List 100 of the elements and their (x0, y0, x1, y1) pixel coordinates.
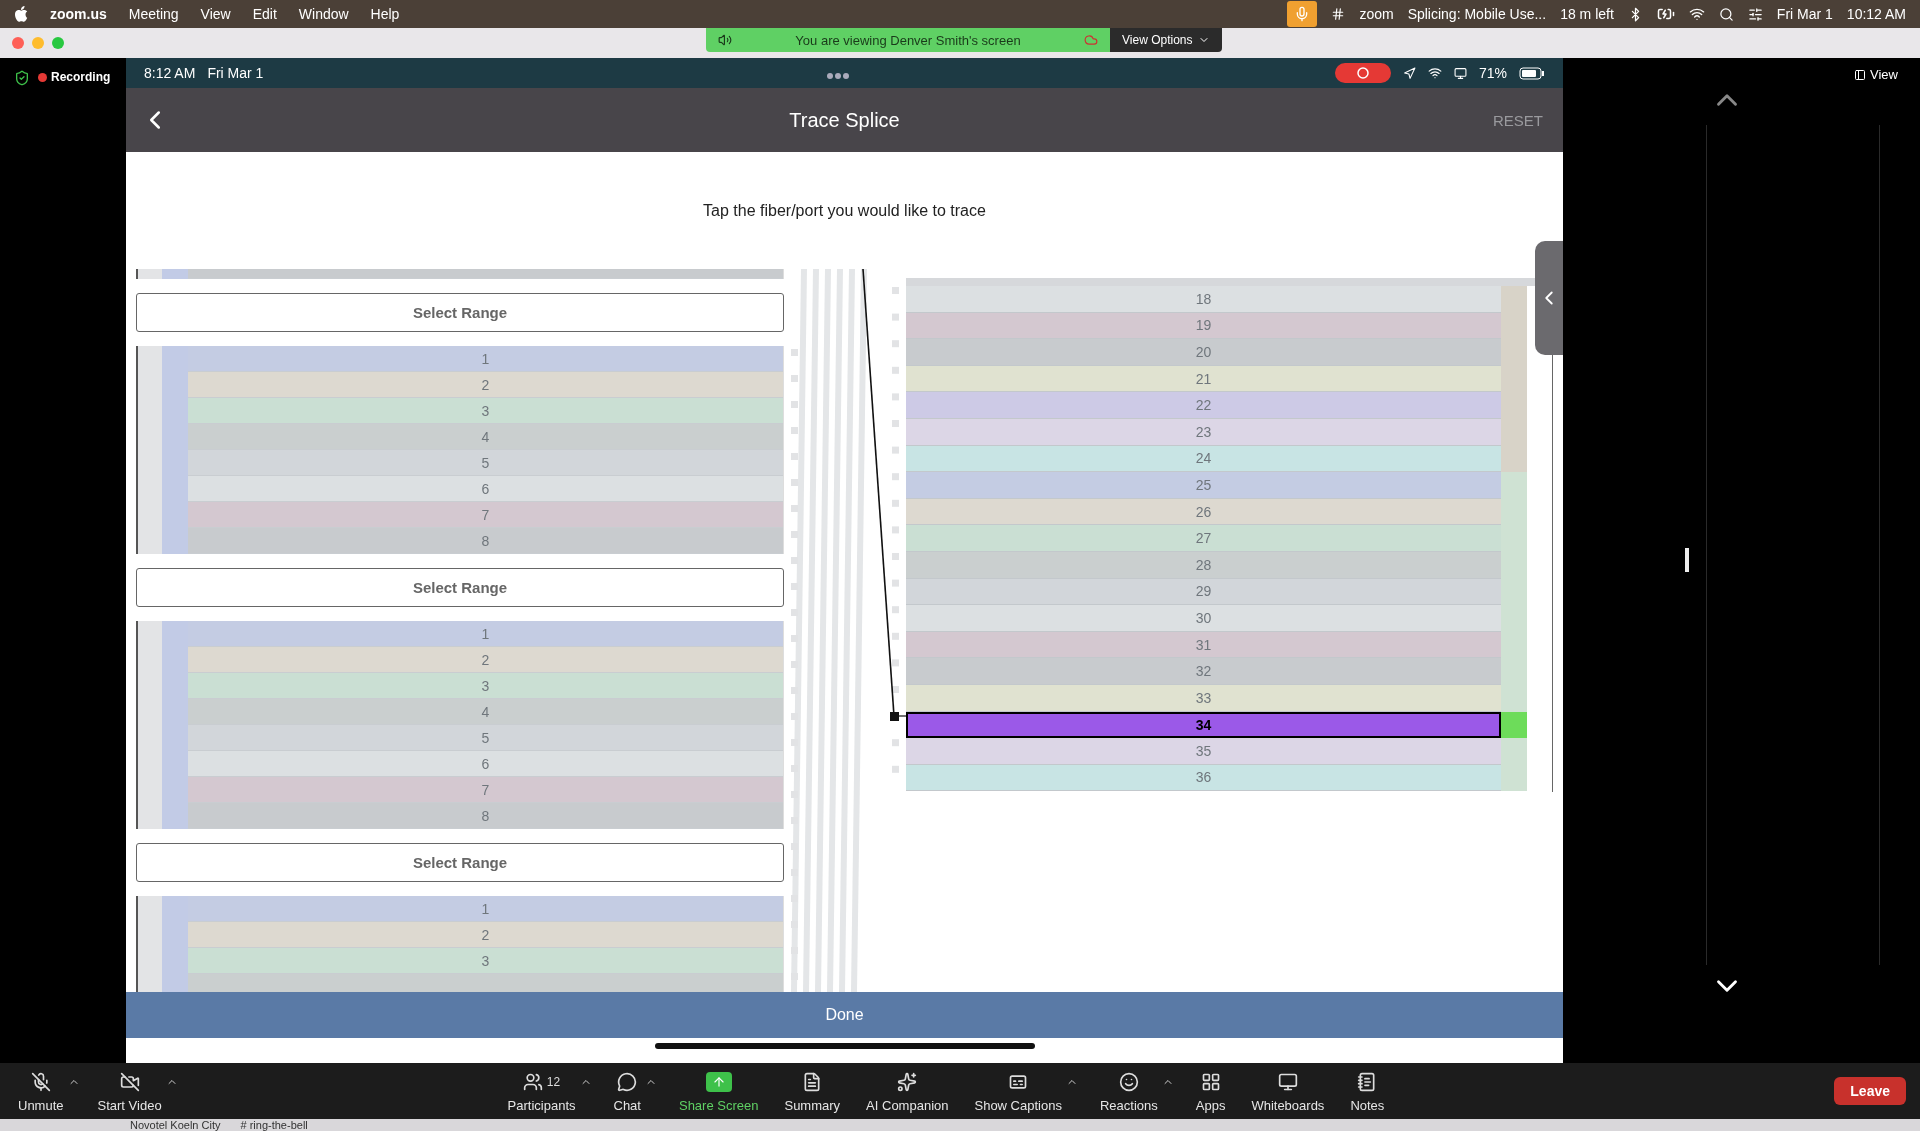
fiber-row[interactable]: 4 (188, 699, 783, 725)
fiber-row[interactable]: 30 (906, 605, 1501, 632)
fiber-row[interactable]: 6 (188, 751, 783, 777)
toolbar-button[interactable]: Show Captions (970, 1069, 1066, 1113)
arrow-up-icon[interactable] (705, 1071, 732, 1092)
hash-icon[interactable] (1331, 7, 1346, 21)
drag-handle-icon[interactable] (1685, 548, 1689, 572)
toolbar-button[interactable]: Chat (609, 1069, 645, 1113)
video-off-icon[interactable] (119, 1071, 140, 1092)
fiber-row[interactable]: 28 (906, 551, 1501, 579)
fiber-row[interactable]: 8 (188, 528, 783, 554)
fiber-row[interactable]: 5 (188, 725, 783, 751)
fiber-row[interactable]: 22 (906, 392, 1501, 419)
toolbar-button[interactable]: Start Video (93, 1069, 166, 1113)
toolbar-button[interactable]: Unmute (14, 1069, 68, 1113)
done-button[interactable]: Done (126, 992, 1563, 1038)
participant-count: 12 (546, 1074, 561, 1089)
fiber-row[interactable]: 25 (906, 472, 1501, 499)
channel-name: # ring-the-bell (240, 1119, 308, 1131)
leave-button[interactable]: Leave (1834, 1077, 1906, 1105)
fiber-row[interactable]: 18 (906, 286, 1501, 313)
fiber-row[interactable]: 33 (906, 684, 1501, 712)
notebook-icon[interactable] (1357, 1071, 1378, 1092)
document-icon[interactable] (802, 1071, 823, 1092)
shield-icon (14, 70, 30, 86)
view-options-button[interactable]: View Options (1110, 28, 1223, 52)
toolbar-button[interactable]: Reactions (1095, 1069, 1162, 1113)
fiber-row[interactable]: 29 (906, 578, 1501, 606)
fiber-row[interactable]: 27 (906, 525, 1501, 552)
smiley-icon[interactable] (1118, 1071, 1139, 1092)
battery-icon (1519, 66, 1545, 80)
toolbar-button[interactable]: 12 Participants (503, 1069, 580, 1113)
apple-icon[interactable] (14, 6, 28, 22)
fiber-row[interactable]: 6 (188, 476, 783, 502)
microphone-icon[interactable] (1287, 1, 1318, 27)
menu-item[interactable]: View (200, 6, 231, 22)
toolbar-button[interactable]: AI Companion (862, 1069, 953, 1113)
fiber-row[interactable]: 4 (188, 424, 783, 450)
panel-icon[interactable] (1854, 68, 1867, 81)
fiber-row[interactable]: 3 (188, 948, 783, 974)
wifi-icon[interactable] (1688, 6, 1705, 22)
menu-item[interactable]: Help (370, 6, 400, 22)
people-icon[interactable] (522, 1071, 543, 1092)
fiber-row[interactable]: 3 (188, 398, 783, 424)
toolbar-button[interactable]: Share Screen (674, 1069, 763, 1113)
select-range-button[interactable]: Select Range (136, 843, 784, 882)
toolbar-button[interactable]: Apps (1191, 1069, 1230, 1113)
menu-time[interactable]: 10:12 AM (1846, 6, 1906, 22)
toolbar-button[interactable]: Notes (1346, 1069, 1389, 1113)
fiber-row[interactable]: 7 (188, 777, 783, 803)
status-date: Fri Mar 1 (207, 65, 264, 81)
sparkle-icon[interactable] (897, 1071, 918, 1092)
fiber-row[interactable]: 7 (188, 502, 783, 528)
fiber-row[interactable]: 2 (188, 372, 783, 398)
fiber-row[interactable]: 5 (188, 450, 783, 476)
menu-date[interactable]: Fri Mar 1 (1776, 6, 1833, 22)
menu-item[interactable]: Meeting (128, 6, 179, 22)
speaker-icon[interactable] (718, 33, 732, 47)
menu-item[interactable]: Window (298, 6, 349, 22)
fiber-row[interactable]: 3 (188, 673, 783, 699)
cloud-icon (1084, 33, 1098, 47)
banner-text: You are viewing Denver Smith's screen (794, 32, 1022, 48)
recording-indicator: Recording (38, 70, 111, 84)
fiber-row[interactable]: 1 (188, 896, 783, 922)
fiber-row[interactable]: 36 (906, 764, 1501, 792)
fiber-row[interactable]: 31 (906, 631, 1501, 659)
toolbar-button[interactable]: Summary (780, 1069, 845, 1113)
wifi-icon (1427, 66, 1442, 80)
grid-icon[interactable] (1200, 1071, 1221, 1092)
fiber-row[interactable]: 8 (188, 803, 783, 829)
app-menu[interactable]: zoom.us (50, 6, 107, 22)
view-button[interactable]: View (1848, 66, 1904, 83)
search-icon[interactable] (1718, 6, 1734, 22)
collapse-tab[interactable] (1535, 241, 1563, 355)
fiber-row[interactable]: 1 (188, 346, 783, 372)
control-center-icon[interactable] (1747, 6, 1763, 22)
fiber-row[interactable]: 2 (188, 922, 783, 948)
monitor-icon[interactable] (1277, 1071, 1298, 1092)
fiber-row[interactable]: 19 (906, 312, 1501, 340)
fiber-row[interactable]: 1 (188, 621, 783, 647)
chat-bubble-icon[interactable] (617, 1071, 638, 1092)
monitor-icon (1453, 66, 1467, 80)
fiber-row[interactable]: 21 (906, 365, 1501, 393)
fiber-row[interactable]: 23 (906, 418, 1501, 446)
menu-item[interactable]: Edit (252, 6, 277, 22)
fiber-row[interactable]: 24 (906, 445, 1501, 473)
reset-button[interactable]: RESET (1487, 110, 1549, 130)
screen-record-icon (1334, 63, 1391, 83)
select-range-button[interactable]: Select Range (136, 568, 784, 607)
toolbar-button[interactable]: Whiteboards (1247, 1069, 1329, 1113)
muted-microphone-icon[interactable] (30, 1071, 51, 1092)
fiber-row[interactable]: 35 (906, 738, 1501, 765)
fiber-row[interactable]: 2 (188, 647, 783, 673)
hotel-name: Novotel Koeln City (130, 1119, 221, 1131)
fiber-row[interactable]: 34 (906, 711, 1501, 739)
fiber-row[interactable]: 26 (906, 498, 1501, 526)
select-range-button[interactable]: Select Range (136, 293, 784, 332)
fiber-row[interactable]: 20 (906, 339, 1501, 366)
meeting-title[interactable]: Splicing: Mobile Use... (1407, 6, 1547, 22)
fiber-row[interactable]: 32 (906, 658, 1501, 685)
